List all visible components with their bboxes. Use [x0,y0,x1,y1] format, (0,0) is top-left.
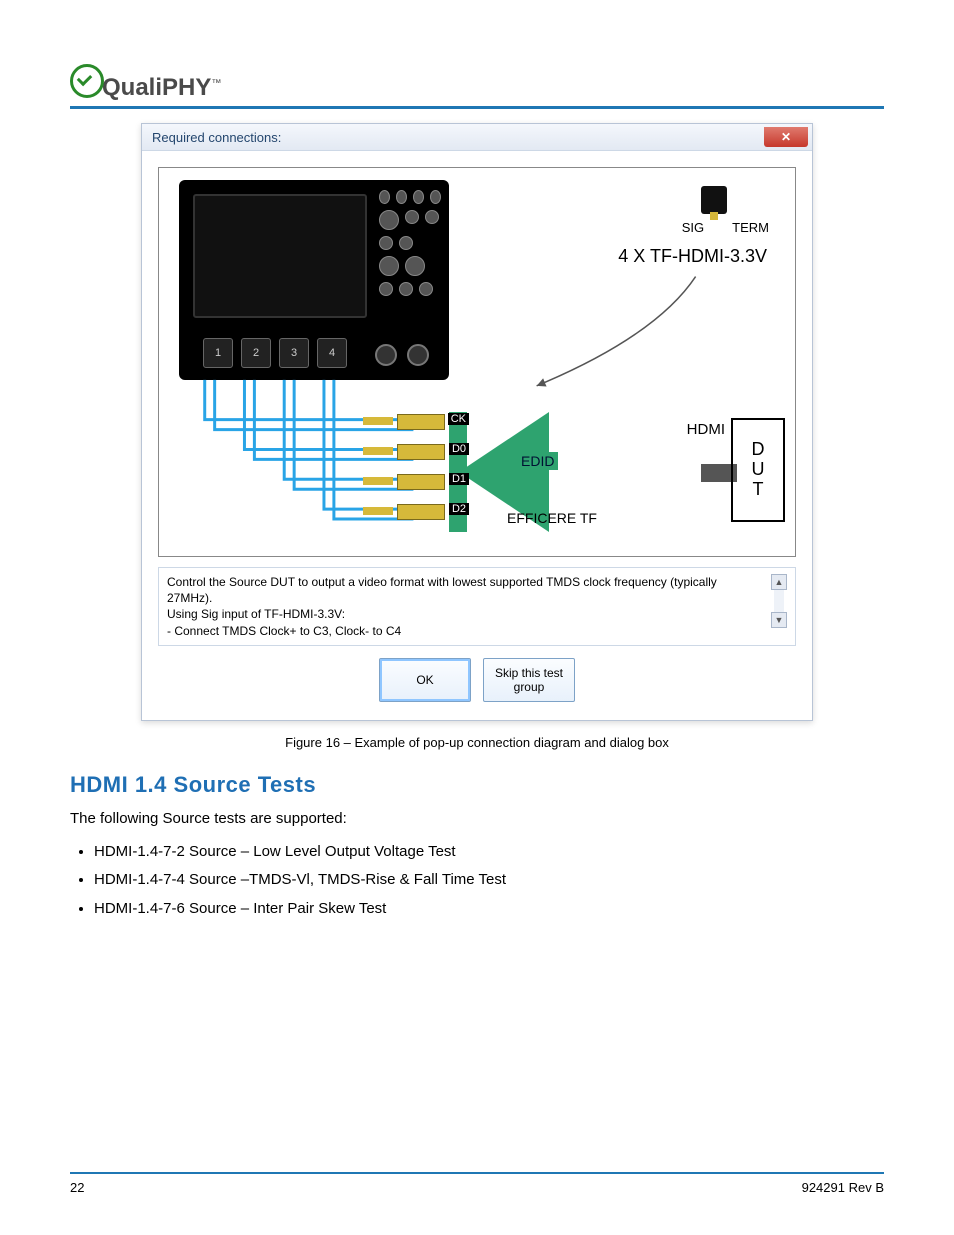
probe-icon [701,186,727,214]
test-list: HDMI-1.4-7-2 Source – Low Level Output V… [94,838,884,924]
scope-ch2: 2 [241,338,271,368]
instruction-scrollbar[interactable]: ▲ ▼ [771,574,787,628]
scope-ch4: 4 [317,338,347,368]
list-item: HDMI-1.4-7-6 Source – Inter Pair Skew Te… [94,895,884,924]
dialog-title: Required connections: [152,130,281,145]
edid-label: EDID [517,452,558,470]
ok-button[interactable]: OK [379,658,471,702]
scroll-up-icon[interactable]: ▲ [771,574,787,590]
probe-pin-labels: SIGTERM [682,220,769,235]
skip-test-group-button[interactable]: Skip this test group [483,658,575,702]
brand-name: QualiPHY™ [102,74,221,102]
page-footer: 22 924291 Rev B [70,1172,884,1195]
doc-revision: 924291 Rev B [802,1180,884,1195]
instruction-pane: Control the Source DUT to output a video… [158,567,796,646]
probe-title: 4 X TF-HDMI-3.3V [618,246,767,267]
list-item: HDMI-1.4-7-4 Source –TMDS-Vl, TMDS-Rise … [94,866,884,895]
instruction-text: Control the Source DUT to output a video… [167,574,765,639]
dut-box: D U T [731,418,785,522]
section-heading: HDMI 1.4 Source Tests [70,772,884,798]
scope-ch1: 1 [203,338,233,368]
connection-dialog: Required connections: ✕ 1 2 [141,123,813,721]
connection-diagram: 1 2 3 4 SIGTERM 4 X TF-HDMI-3.3V [158,167,796,557]
page-number: 22 [70,1180,84,1195]
brand-logo: QualiPHY™ [70,50,884,102]
figure-caption: Figure 16 – Example of pop-up connection… [70,735,884,750]
logo-icon [70,64,104,98]
scroll-down-icon[interactable]: ▼ [771,612,787,628]
close-icon: ✕ [781,130,791,144]
scope-ch3: 3 [279,338,309,368]
oscilloscope-icon: 1 2 3 4 [179,180,449,380]
test-fixture: CK D0 D1 D2 EDID EFFICERE TF [407,412,697,532]
fixture-name: EFFICERE TF [507,510,597,526]
hdmi-label: HDMI [687,421,725,438]
dialog-titlebar: Required connections: ✕ [142,124,812,150]
close-button[interactable]: ✕ [764,127,808,147]
intro-text: The following Source tests are supported… [70,808,884,830]
header-rule [70,106,884,109]
list-item: HDMI-1.4-7-2 Source – Low Level Output V… [94,838,884,867]
